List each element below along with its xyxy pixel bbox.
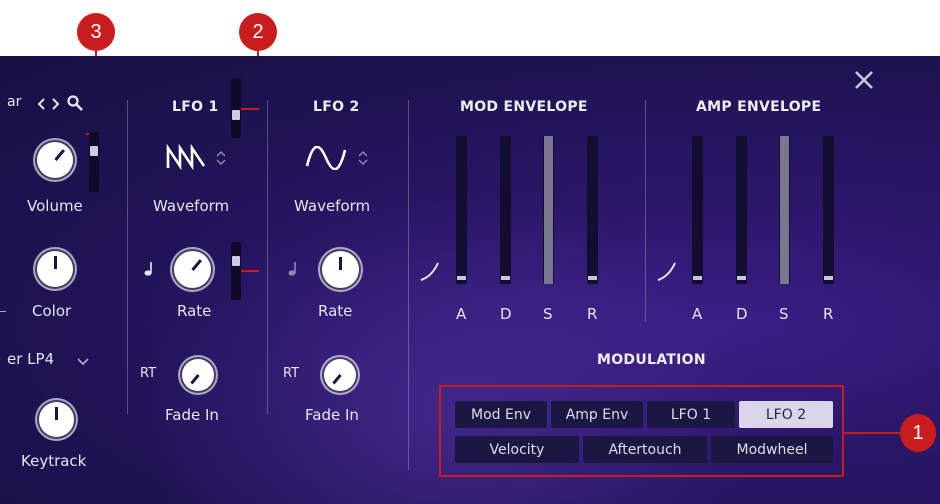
lfo1-rate-meter[interactable] xyxy=(231,242,241,300)
amp-env-sustain-slider[interactable] xyxy=(779,136,790,284)
volume-knob[interactable] xyxy=(35,140,75,180)
mod-env-r-label: R xyxy=(587,305,598,323)
chevron-down-icon[interactable] xyxy=(76,353,90,366)
mod-env-attack-slider[interactable] xyxy=(456,136,467,284)
mod-env-s-label: S xyxy=(543,305,553,323)
filter-type-partial[interactable]: er LP4 xyxy=(7,350,54,368)
amp-env-d-label: D xyxy=(736,305,748,323)
close-icon[interactable] xyxy=(852,68,876,92)
lfo1-wave-stepper-icon[interactable] xyxy=(215,150,227,165)
mod-env-decay-slider[interactable] xyxy=(500,136,511,284)
separator-3 xyxy=(408,100,409,470)
mod-env-sustain-slider[interactable] xyxy=(543,136,554,284)
color-knob[interactable] xyxy=(35,249,75,289)
separator-2 xyxy=(267,100,268,414)
sine-wave-icon[interactable] xyxy=(305,145,347,171)
volume-label: Volume xyxy=(27,197,83,215)
lfo1-waveform-label: Waveform xyxy=(153,197,230,215)
lfo1-rate-label: Rate xyxy=(177,302,212,320)
lfo2-waveform-label: Waveform xyxy=(294,197,371,215)
lfo2-title: LFO 2 xyxy=(313,99,360,115)
mod-source-lfo2[interactable]: LFO 2 xyxy=(739,401,833,428)
keytrack-knob[interactable] xyxy=(37,400,76,439)
note-icon[interactable] xyxy=(288,260,300,278)
lfo2-rt-label[interactable]: RT xyxy=(283,366,299,381)
amp-env-a-label: A xyxy=(692,305,703,323)
mod-env-release-slider[interactable] xyxy=(587,136,598,284)
curve-icon[interactable] xyxy=(656,260,678,282)
callout-3: 3 xyxy=(77,13,115,51)
callout-1-line xyxy=(844,432,900,434)
plugin-panel: ar Volume Color er LP4 Keytrack LFO 1 Wa… xyxy=(0,56,940,504)
lfo1-rate-knob[interactable] xyxy=(172,249,213,290)
lfo2-rate-label: Rate xyxy=(318,302,353,320)
lfo1-title: LFO 1 xyxy=(172,99,219,115)
mod-source-modwheel[interactable]: Modwheel xyxy=(711,436,833,463)
separator-4 xyxy=(645,100,646,322)
mod-envelope-title: MOD ENVELOPE xyxy=(460,99,588,115)
mod-source-velocity[interactable]: Velocity xyxy=(455,436,579,463)
volume-meter xyxy=(89,132,99,192)
amp-env-attack-slider[interactable] xyxy=(692,136,703,284)
lfo2-rate-knob[interactable] xyxy=(320,249,361,290)
modulation-title: MODULATION xyxy=(597,352,706,368)
mod-source-amp-env[interactable]: Amp Env xyxy=(551,401,643,428)
search-icon[interactable] xyxy=(66,94,84,112)
color-label: Color xyxy=(32,302,72,320)
separator-1 xyxy=(127,100,128,414)
lfo2-fadein-knob[interactable] xyxy=(322,357,358,393)
mod-source-mod-env[interactable]: Mod Env xyxy=(455,401,547,428)
mod-env-d-label: D xyxy=(500,305,512,323)
lfo1-rt-label[interactable]: RT xyxy=(140,366,156,381)
callout-2: 2 xyxy=(239,13,277,51)
amp-envelope-title: AMP ENVELOPE xyxy=(696,99,822,115)
chevron-left-right-icon[interactable] xyxy=(36,96,62,112)
callout-2-tick-bottom xyxy=(240,270,259,272)
amp-env-decay-slider[interactable] xyxy=(736,136,747,284)
lfo1-fadein-label: Fade In xyxy=(165,406,219,424)
modulation-highlight-box xyxy=(439,385,844,477)
lfo2-wave-stepper-icon[interactable] xyxy=(357,150,369,165)
mod-source-aftertouch[interactable]: Aftertouch xyxy=(583,436,707,463)
sawtooth-wave-icon[interactable] xyxy=(166,143,206,171)
curve-icon[interactable] xyxy=(419,260,441,282)
lfo2-fadein-label: Fade In xyxy=(305,406,359,424)
keytrack-label: Keytrack xyxy=(21,452,87,470)
mod-env-a-label: A xyxy=(456,305,467,323)
lfo1-fadein-knob[interactable] xyxy=(180,357,216,393)
amp-env-release-slider[interactable] xyxy=(823,136,834,284)
mod-source-lfo1[interactable]: LFO 1 xyxy=(647,401,735,428)
divider-tick xyxy=(0,311,6,312)
amp-env-s-label: S xyxy=(779,305,789,323)
callout-1: 1 xyxy=(900,414,936,452)
amp-env-r-label: R xyxy=(823,305,834,323)
callout-2-tick-top xyxy=(240,108,259,110)
note-icon[interactable] xyxy=(144,260,156,278)
lfo1-amount-meter[interactable] xyxy=(231,78,241,138)
preset-name-partial[interactable]: ar xyxy=(7,94,21,110)
